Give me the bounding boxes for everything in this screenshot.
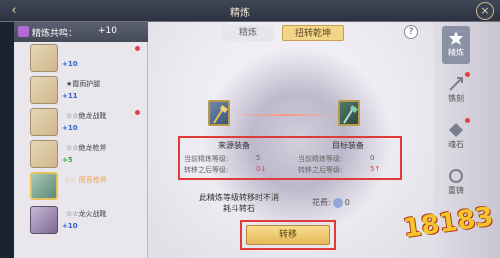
target-after-label: 转移之后等级: [298, 166, 343, 174]
recast-icon [449, 169, 463, 183]
axe-icon [343, 105, 358, 124]
tab-transfer[interactable]: 扭转乾坤 [282, 25, 344, 41]
transfer-button[interactable]: 转移 [246, 225, 330, 245]
source-current-label: 当前精炼等级: [184, 155, 229, 163]
tab-refine[interactable]: 精炼 [222, 25, 274, 41]
help-icon[interactable]: ? [404, 25, 418, 39]
target-current-value: 0 [370, 154, 375, 162]
engrave-icon [449, 77, 463, 91]
equipment-name: ☆☆绝龙战靴 [66, 112, 107, 120]
equipment-item[interactable]: ☆☆绝龙枪斧 +5 [16, 140, 146, 170]
nav-item-engrave[interactable]: 镌刻 [442, 72, 470, 110]
equipment-icon [30, 206, 58, 234]
window-title: 精炼 [230, 8, 250, 19]
source-current-row: 当前精炼等级: 5 [184, 154, 284, 165]
nav-item-recast[interactable]: 重铸 [442, 164, 470, 202]
equipment-icon [30, 44, 58, 72]
game-window: ‹ 精炼 × 精炼共鸣： +10 +10 ★霞雨护腿 +11 ☆☆绝龙战靴 +1… [0, 0, 500, 258]
equipment-plus: +11 [62, 92, 78, 100]
axe-icon [213, 105, 228, 124]
transfer-beam [234, 114, 336, 116]
nav-item-soul-stone[interactable]: 魂石 [442, 118, 470, 156]
refine-main-panel: 精炼 扭转乾坤 ? 来源装备 当前精炼等级: 5 转移之后等级: 0↓ 目标装备… [148, 22, 434, 258]
source-title: 来源装备 [218, 141, 250, 150]
equipment-item[interactable]: ☆☆龙火战靴 +10 [16, 206, 146, 236]
equipment-icon [30, 140, 58, 168]
resonance-header: 精炼共鸣： +10 [14, 22, 148, 42]
nav-label: 镌刻 [448, 94, 464, 103]
target-current-label: 当前精炼等级: [298, 155, 343, 163]
nav-label: 精炼 [448, 48, 464, 57]
top-bar: ‹ 精炼 × [0, 0, 500, 22]
transfer-button-highlight: 转移 [240, 220, 336, 250]
source-after-value: 0↓ [256, 165, 267, 173]
resonance-bonus: +10 [98, 26, 117, 36]
back-arrow-icon[interactable]: ‹ [4, 3, 24, 19]
source-equipment-slot[interactable] [208, 100, 230, 126]
target-after-row: 转移之后等级: 5↑ [298, 165, 398, 176]
equipment-list-panel: 精炼共鸣： +10 +10 ★霞雨护腿 +11 ☆☆绝龙战靴 +10 ☆☆绝龙枪… [14, 22, 148, 258]
resonance-icon [18, 26, 29, 37]
equipment-name: ★霞雨护腿 [66, 80, 101, 88]
red-dot-indicator [465, 118, 470, 123]
red-dot-indicator [135, 110, 140, 115]
cost-value: 0 [344, 198, 350, 207]
equipment-icon [30, 76, 58, 104]
transfer-info-box: 来源装备 当前精炼等级: 5 转移之后等级: 0↓ 目标装备 当前精炼等级: 0… [178, 136, 402, 180]
close-icon[interactable]: × [476, 2, 494, 20]
soul-stone-icon [449, 123, 463, 137]
equipment-item-selected[interactable]: ☆☆ 阴苔枪斧 [16, 172, 146, 202]
target-after-value: 5↑ [370, 165, 381, 173]
target-current-row: 当前精炼等级: 0 [298, 154, 398, 165]
forge-icon [449, 31, 463, 45]
transfer-notice: 此精炼等级转移时不消 耗斗转石 [184, 192, 294, 214]
red-dot-indicator [135, 46, 140, 51]
tab-bar: 精炼 扭转乾坤 ? [148, 22, 434, 44]
stone-icon [332, 197, 343, 208]
cost-display: 花费: 0 [312, 197, 350, 208]
notice-line-1: 此精炼等级转移时不消 [199, 193, 279, 202]
target-title: 目标装备 [332, 141, 364, 150]
nav-label: 魂石 [448, 140, 464, 149]
source-after-label: 转移之后等级: [184, 166, 229, 174]
equipment-icon [30, 172, 58, 200]
notice-line-2: 耗斗转石 [223, 204, 255, 213]
equipment-item[interactable]: +10 [16, 44, 146, 74]
equipment-plus: +5 [62, 156, 73, 164]
nav-item-refine[interactable]: 精炼 [442, 26, 470, 64]
target-info: 目标装备 当前精炼等级: 0 转移之后等级: 5↑ [298, 140, 398, 176]
equipment-name: ☆☆龙火战靴 [66, 210, 107, 218]
equipment-plus: +10 [62, 60, 78, 68]
red-dot-indicator [465, 72, 470, 77]
equipment-item[interactable]: ☆☆绝龙战靴 +10 [16, 108, 146, 138]
resonance-label: 精炼共鸣： [32, 29, 78, 39]
equipment-plus: +10 [62, 222, 78, 230]
source-info: 来源装备 当前精炼等级: 5 转移之后等级: 0↓ [184, 140, 284, 176]
equipment-name: ☆☆ 阴苔枪斧 [64, 176, 107, 184]
source-current-value: 5 [256, 154, 261, 162]
source-after-row: 转移之后等级: 0↓ [184, 165, 284, 176]
equipment-item[interactable]: ★霞雨护腿 +11 [16, 76, 146, 106]
nav-label: 重铸 [448, 186, 464, 195]
target-equipment-slot[interactable] [338, 100, 360, 126]
equipment-name: ☆☆绝龙枪斧 [66, 144, 107, 152]
cost-label: 花费: [312, 198, 331, 207]
equipment-plus: +10 [62, 124, 78, 132]
equipment-icon [30, 108, 58, 136]
